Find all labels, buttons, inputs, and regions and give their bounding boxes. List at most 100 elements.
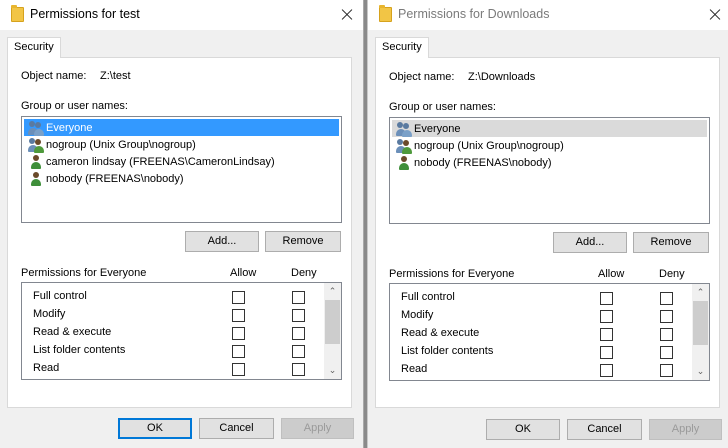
user-name: nogroup (Unix Group\nogroup): [414, 139, 564, 152]
tab-security[interactable]: Security: [375, 37, 429, 58]
scroll-down-arrow-icon[interactable]: ⌄: [692, 363, 709, 380]
security-panel: Object name: Z:\test Group or user names…: [7, 57, 352, 408]
allow-checkbox[interactable]: [232, 327, 245, 340]
permission-row-full-control: Full control: [390, 288, 690, 306]
permission-row-partial: [390, 378, 690, 380]
permission-name: List folder contents: [401, 345, 494, 357]
list-item-everyone[interactable]: Everyone: [392, 120, 707, 137]
permission-row-full-control: Full control: [22, 287, 322, 305]
apply-button[interactable]: Apply: [649, 419, 722, 440]
permission-name: Read: [401, 363, 428, 375]
deny-checkbox[interactable]: [660, 364, 673, 377]
permissions-dialog-downloads: Permissions for Downloads Security Objec…: [367, 0, 728, 448]
close-button[interactable]: [335, 0, 357, 30]
cancel-button[interactable]: Cancel: [199, 418, 274, 439]
allow-checkbox[interactable]: [232, 363, 245, 376]
object-name-value: Z:\Downloads: [468, 71, 536, 83]
deny-checkbox[interactable]: [292, 327, 305, 340]
permission-row-list-folder-contents: List folder contents: [22, 341, 322, 359]
deny-checkbox[interactable]: [660, 292, 673, 305]
list-item-everyone[interactable]: Everyone: [24, 119, 339, 136]
ok-button[interactable]: OK: [118, 418, 192, 439]
allow-column-header: Allow: [230, 267, 257, 279]
permission-row-read-execute: Read & execute: [390, 324, 690, 342]
permission-row-partial: [22, 377, 322, 379]
security-panel: Object name: Z:\Downloads Group or user …: [375, 57, 720, 408]
remove-button[interactable]: Remove: [265, 231, 341, 252]
allow-checkbox[interactable]: [232, 309, 245, 322]
tab-security[interactable]: Security: [7, 37, 61, 58]
permission-row-read: Read: [390, 360, 690, 378]
list-item-nobody[interactable]: nobody (FREENAS\nobody): [392, 154, 554, 171]
scroll-up-arrow-icon[interactable]: ⌃: [324, 283, 341, 300]
window-title: Permissions for test: [30, 7, 140, 21]
permissions-list: Full control Modify Read & execute List …: [21, 282, 342, 380]
deny-checkbox[interactable]: [660, 346, 673, 359]
scrollbar-thumb[interactable]: [325, 300, 340, 344]
list-item-nobody[interactable]: nobody (FREENAS\nobody): [24, 170, 186, 187]
folder-icon: [11, 5, 24, 22]
allow-column-header: Allow: [598, 268, 625, 280]
deny-checkbox[interactable]: [292, 309, 305, 322]
allow-checkbox[interactable]: [600, 292, 613, 305]
user-list[interactable]: Everyone nogroup (Unix Group\nogroup) ca…: [21, 116, 342, 223]
group-user-names-label: Group or user names:: [389, 101, 496, 113]
scroll-up-arrow-icon[interactable]: ⌃: [692, 284, 709, 301]
allow-checkbox[interactable]: [600, 310, 613, 323]
user-list[interactable]: Everyone nogroup (Unix Group\nogroup) no…: [389, 117, 710, 224]
permission-row-modify: Modify: [390, 306, 690, 324]
object-name-value: Z:\test: [100, 70, 131, 82]
user-group-icon: [396, 121, 412, 137]
scrollbar-thumb[interactable]: [693, 301, 708, 345]
permissions-scrollbar[interactable]: ⌃ ⌄: [324, 283, 341, 379]
permission-name: Read & execute: [401, 327, 480, 339]
list-item-nogroup[interactable]: nogroup (Unix Group\nogroup): [392, 137, 566, 154]
add-button[interactable]: Add...: [185, 231, 259, 252]
allow-checkbox[interactable]: [600, 328, 613, 341]
window-title: Permissions for Downloads: [398, 7, 550, 21]
deny-checkbox[interactable]: [660, 328, 673, 341]
permission-name: Full control: [33, 290, 87, 302]
permission-name: Modify: [33, 308, 66, 320]
list-item-nogroup[interactable]: nogroup (Unix Group\nogroup): [24, 136, 198, 153]
permission-row-read-execute: Read & execute: [22, 323, 322, 341]
deny-checkbox[interactable]: [292, 363, 305, 376]
deny-checkbox[interactable]: [292, 291, 305, 304]
permission-row-read: Read: [22, 359, 322, 377]
user-name: Everyone: [46, 121, 93, 134]
allow-checkbox[interactable]: [600, 346, 613, 359]
user-group-icon: [28, 137, 44, 153]
apply-button[interactable]: Apply: [281, 418, 354, 439]
permissions-for-label: Permissions for Everyone: [21, 267, 147, 279]
remove-button[interactable]: Remove: [633, 232, 709, 253]
user-name: nobody (FREENAS\nobody): [46, 172, 184, 185]
permission-name: Read & execute: [33, 326, 112, 338]
user-name: nobody (FREENAS\nobody): [414, 156, 552, 169]
group-user-names-label: Group or user names:: [21, 100, 128, 112]
object-name-label: Object name:: [389, 71, 455, 83]
user-icon: [396, 155, 412, 171]
title-bar[interactable]: Permissions for test: [0, 0, 363, 30]
add-button[interactable]: Add...: [553, 232, 627, 253]
user-icon: [28, 154, 44, 170]
permissions-dialog-test: Permissions for test Security Object nam…: [0, 0, 364, 448]
deny-checkbox[interactable]: [660, 310, 673, 323]
close-button[interactable]: [703, 0, 725, 30]
allow-checkbox[interactable]: [232, 345, 245, 358]
user-name: nogroup (Unix Group\nogroup): [46, 138, 196, 151]
deny-checkbox[interactable]: [292, 345, 305, 358]
list-item-cameron-lindsay[interactable]: cameron lindsay (FREENAS\CameronLindsay): [24, 153, 277, 170]
permission-name: List folder contents: [33, 344, 126, 356]
folder-icon: [379, 5, 392, 22]
permissions-list: Full control Modify Read & execute List …: [389, 283, 710, 381]
allow-checkbox[interactable]: [232, 291, 245, 304]
allow-checkbox[interactable]: [600, 364, 613, 377]
permission-name: Modify: [401, 309, 434, 321]
cancel-button[interactable]: Cancel: [567, 419, 642, 440]
scroll-down-arrow-icon[interactable]: ⌄: [324, 362, 341, 379]
ok-button[interactable]: OK: [486, 419, 560, 440]
deny-column-header: Deny: [291, 267, 317, 279]
title-bar[interactable]: Permissions for Downloads: [368, 0, 728, 30]
permission-name: Full control: [401, 291, 455, 303]
permissions-scrollbar[interactable]: ⌃ ⌄: [692, 284, 709, 380]
